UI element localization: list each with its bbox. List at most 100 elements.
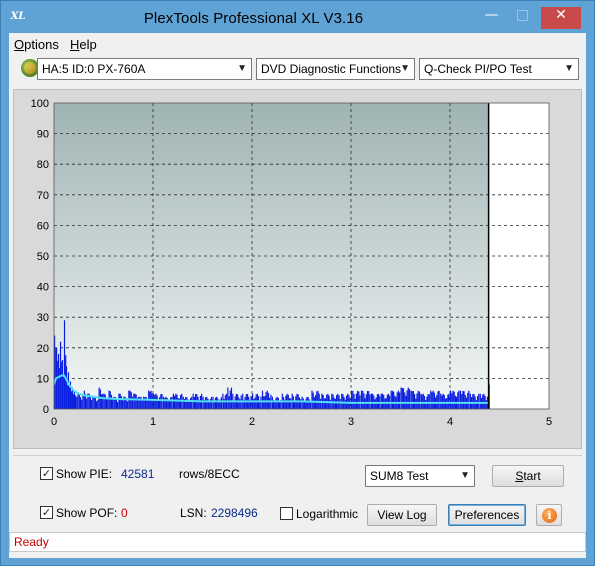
pie-bar <box>264 396 266 409</box>
pie-bar <box>468 390 470 409</box>
pie-bar <box>351 390 353 409</box>
pie-bar <box>376 394 378 409</box>
drive-select[interactable]: HA:5 ID:0 PX-760A ▼ <box>37 58 252 80</box>
pie-bar <box>199 395 201 409</box>
pie-bar <box>229 390 231 409</box>
pie-bar <box>292 396 294 409</box>
pie-bar <box>155 393 157 409</box>
pie-bar <box>301 396 303 409</box>
pie-bar <box>459 390 462 409</box>
function-select[interactable]: DVD Diagnostic Functions ▼ <box>256 58 415 80</box>
x-tick-label: 2 <box>249 416 255 428</box>
pie-bar <box>93 396 95 409</box>
pie-bar <box>448 393 450 409</box>
pie-bar <box>161 393 163 409</box>
pi-po-chart: 0 10 20 30 40 50 60 70 80 90 100 0 1 2 3 4 5 <box>31 98 552 428</box>
menu-help-label: elp <box>79 37 97 52</box>
menu-help[interactable]: Help <box>70 37 97 52</box>
view-log-button[interactable]: View Log <box>367 504 437 526</box>
pie-bar <box>234 396 236 409</box>
pie-bar <box>165 396 167 409</box>
pie-bar <box>302 398 304 409</box>
show-pie-checkbox[interactable]: ✓ <box>40 467 53 480</box>
pie-bar <box>479 393 481 409</box>
pie-bar <box>482 394 484 409</box>
chevron-down-icon: ▼ <box>237 63 247 74</box>
pie-bar <box>290 398 292 409</box>
pie-bar <box>81 399 83 409</box>
logarithmic-checkbox[interactable] <box>280 507 293 520</box>
pie-bar <box>341 393 343 409</box>
pie-bar <box>188 401 190 409</box>
pie-bar <box>453 391 455 409</box>
pie-bar <box>77 392 79 409</box>
pie-bar <box>344 399 346 409</box>
pie-bar <box>176 394 178 409</box>
pie-bar <box>433 392 435 409</box>
menu-bar: Options Help <box>9 33 586 55</box>
pie-bar <box>372 393 374 409</box>
pie-bar <box>427 394 429 409</box>
menu-options[interactable]: Options <box>14 37 59 52</box>
show-pof-checkbox[interactable]: ✓ <box>40 506 53 519</box>
pie-bar <box>263 396 265 409</box>
title-bar[interactable]: XL PlexTools Professional XL V3.16 — □ ✕ <box>1 1 594 33</box>
pie-bar <box>141 399 143 409</box>
close-button[interactable]: ✕ <box>541 7 581 29</box>
pie-bar <box>329 399 331 409</box>
pie-bar <box>276 396 278 409</box>
pie-bar <box>431 392 433 409</box>
pie-bar <box>254 397 256 409</box>
pie-bar <box>94 398 96 409</box>
info-button[interactable]: i <box>536 504 562 526</box>
pie-bar <box>107 398 109 409</box>
pie-bar <box>151 393 153 409</box>
x-tick-label: 1 <box>150 416 156 428</box>
pie-bar <box>153 393 155 409</box>
x-tick-label: 3 <box>348 416 354 428</box>
pie-bar <box>266 390 268 409</box>
function-select-value: DVD Diagnostic Functions <box>261 62 402 76</box>
pie-bar <box>407 387 409 409</box>
pie-bar <box>63 320 66 409</box>
pie-bar <box>73 390 75 409</box>
pie-bar <box>374 399 376 409</box>
pof-value: 0 <box>121 506 128 520</box>
pie-bar <box>422 393 424 409</box>
pie-bar <box>432 390 434 409</box>
maximize-button[interactable]: □ <box>508 7 537 29</box>
preferences-button[interactable]: Preferences <box>448 504 526 526</box>
logarithmic-label: Logarithmic <box>296 507 359 521</box>
pie-bar <box>258 396 260 409</box>
x-tick-label: 4 <box>447 416 453 428</box>
test-mode-select[interactable]: SUM8 Test ▼ <box>365 465 475 487</box>
menu-options-label: ptions <box>24 37 59 52</box>
pie-bar <box>174 395 176 409</box>
chevron-down-icon: ▼ <box>564 63 574 74</box>
pie-bar <box>220 397 222 409</box>
pie-bar <box>238 397 240 409</box>
pie-bar <box>369 394 371 409</box>
pie-bar <box>212 396 214 409</box>
status-text: Ready <box>14 535 49 549</box>
pie-bar <box>400 387 402 409</box>
test-select[interactable]: Q-Check PI/PO Test ▼ <box>419 58 579 80</box>
menu-help-mnemonic: H <box>70 37 80 52</box>
pie-bar <box>313 397 315 409</box>
pie-bar <box>393 391 395 409</box>
pie-bar <box>135 394 137 409</box>
pie-bar <box>108 390 110 409</box>
pie-bar <box>197 396 199 409</box>
pie-bar <box>119 393 121 409</box>
pie-bar <box>186 397 188 409</box>
y-tick-label: 90 <box>37 129 49 141</box>
pie-bar <box>99 389 101 409</box>
pie-bar <box>162 396 165 409</box>
pie-bar <box>86 398 88 409</box>
pie-bar <box>391 390 393 409</box>
pie-bar <box>126 401 129 409</box>
minimize-button[interactable]: — <box>477 7 506 29</box>
pie-bar <box>353 393 355 409</box>
pie-bar <box>469 393 471 409</box>
start-button[interactable]: Start <box>492 465 564 487</box>
